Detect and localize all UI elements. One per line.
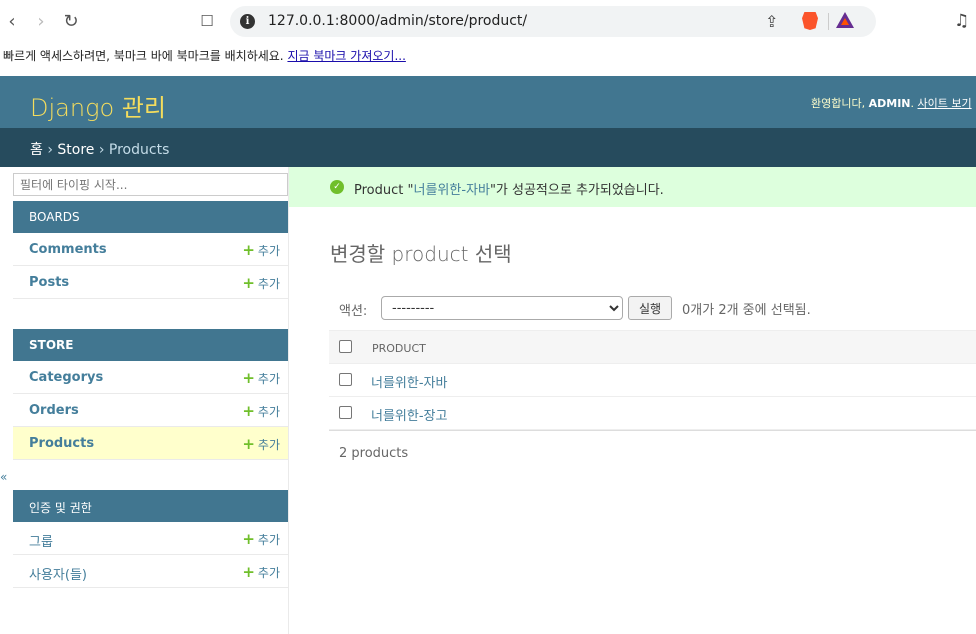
add-label: 추가 <box>257 244 280 258</box>
nav-filter-input[interactable] <box>13 173 288 196</box>
page-title: 변경할 product 선택 <box>330 242 512 266</box>
module-auth: 인증 및 권한 그룹 + 추가 사용자(들) + 추가 <box>13 490 288 588</box>
admin-header: Django 관리 환영합니다, ADMIN. 사이트 보기 <box>0 76 976 128</box>
message-prefix: Product " <box>354 183 414 198</box>
view-site-link[interactable]: 사이트 보기 <box>918 97 972 110</box>
model-link[interactable]: Categorys <box>29 370 103 385</box>
add-link[interactable]: + 추가 <box>242 402 280 420</box>
plus-icon: + <box>242 274 255 292</box>
success-check-icon: ✓ <box>330 180 344 194</box>
action-label: 액션: <box>339 304 368 319</box>
reload-icon[interactable]: ↻ <box>59 9 83 33</box>
model-link[interactable]: Products <box>29 436 94 451</box>
breadcrumb: 홈 › Store › Products <box>0 128 976 167</box>
address-bar[interactable]: i 127.0.0.1:8000/admin/store/product/ ⇪ <box>230 6 876 37</box>
breadcrumb-home[interactable]: 홈 <box>30 142 43 158</box>
brave-rewards-icon[interactable] <box>836 12 854 28</box>
model-link[interactable]: Posts <box>29 275 69 290</box>
welcome-text: 환영합니다, <box>811 97 866 110</box>
add-link[interactable]: + 추가 <box>242 241 280 259</box>
sidebar-item-orders[interactable]: Orders + 추가 <box>13 394 288 427</box>
actions-bar: 액션: --------- 실행 0개가 2개 중에 선택됨. <box>329 292 976 326</box>
success-message: ✓ Product "너를위한-자바"가 성공적으로 추가되었습니다. <box>289 167 976 207</box>
forward-icon[interactable]: › <box>29 9 53 33</box>
module-store: STORE Categorys + 추가 Orders + 추가 Products … <box>13 329 288 460</box>
site-branding[interactable]: Django 관리 <box>30 88 166 123</box>
paginator: 2 products <box>329 430 976 474</box>
add-link[interactable]: + 추가 <box>242 274 280 292</box>
module-caption[interactable]: STORE <box>13 329 288 361</box>
model-link[interactable]: 사용자(들) <box>29 564 87 583</box>
model-link[interactable]: Comments <box>29 242 107 257</box>
model-link[interactable]: 그룹 <box>29 531 53 550</box>
row-checkbox[interactable] <box>339 373 352 386</box>
add-label: 추가 <box>257 566 280 580</box>
result-list: PRODUCT 너를위한-자바 너를위한-장고 2 products <box>329 330 976 474</box>
table-row: 너를위한-자바 <box>329 364 976 397</box>
username: ADMIN <box>868 97 911 110</box>
sidebar-collapse-toggle[interactable]: « <box>0 470 7 484</box>
sidebar-item-users[interactable]: 사용자(들) + 추가 <box>13 555 288 588</box>
column-header-product[interactable]: PRODUCT <box>372 342 426 355</box>
add-label: 추가 <box>257 372 280 386</box>
product-link[interactable]: 너를위한-자바 <box>371 372 447 391</box>
user-tools: 환영합니다, ADMIN. 사이트 보기 <box>811 97 972 110</box>
add-label: 추가 <box>257 405 280 419</box>
breadcrumb-separator: › <box>42 142 58 158</box>
plus-icon: + <box>242 435 255 453</box>
share-icon[interactable]: ⇪ <box>765 12 778 31</box>
plus-icon: + <box>242 402 255 420</box>
table-row: 너를위한-장고 <box>329 397 976 430</box>
bookmarks-hint: 빠르게 액세스하려면, 북마크 바에 북마크를 배치하세요. <box>3 49 284 63</box>
plus-icon: + <box>242 530 255 548</box>
back-icon[interactable]: ‹ <box>0 9 24 33</box>
module-caption[interactable]: 인증 및 권한 <box>13 490 288 522</box>
url-text[interactable]: 127.0.0.1:8000/admin/store/product/ <box>268 13 527 29</box>
sidebar-item-comments[interactable]: Comments + 추가 <box>13 233 288 266</box>
import-bookmarks-link[interactable]: 지금 북마크 가져오기... <box>287 49 405 63</box>
sidebar-item-groups[interactable]: 그룹 + 추가 <box>13 522 288 555</box>
module-caption[interactable]: BOARDS <box>13 201 288 233</box>
add-link[interactable]: + 추가 <box>242 563 280 581</box>
add-label: 추가 <box>257 533 280 547</box>
message-suffix: "가 성공적으로 추가되었습니다. <box>489 183 664 198</box>
table-header: PRODUCT <box>329 330 976 364</box>
site-info-icon[interactable]: i <box>240 14 255 29</box>
message-object-link[interactable]: 너를위한-자바 <box>413 183 489 198</box>
sidebar-item-categorys[interactable]: Categorys + 추가 <box>13 361 288 394</box>
brave-shields-icon[interactable] <box>802 12 818 30</box>
add-label: 추가 <box>257 438 280 452</box>
browser-toolbar: ‹ › ↻ ☐ i 127.0.0.1:8000/admin/store/pro… <box>0 0 976 42</box>
media-icon[interactable]: ♫ <box>954 11 969 31</box>
result-count: 2 products <box>339 446 409 461</box>
sidebar-item-products[interactable]: Products + 추가 <box>13 427 288 460</box>
add-link[interactable]: + 추가 <box>242 369 280 387</box>
message-text: Product "너를위한-자바"가 성공적으로 추가되었습니다. <box>354 179 664 198</box>
run-action-button[interactable]: 실행 <box>628 296 672 320</box>
bookmark-icon[interactable]: ☐ <box>195 9 219 33</box>
plus-icon: + <box>242 241 255 259</box>
row-checkbox[interactable] <box>339 406 352 419</box>
product-link[interactable]: 너를위한-장고 <box>371 405 447 424</box>
breadcrumb-separator: › <box>94 142 109 158</box>
add-label: 추가 <box>257 277 280 291</box>
action-select[interactable]: --------- <box>381 296 623 320</box>
sidebar-item-posts[interactable]: Posts + 추가 <box>13 266 288 299</box>
breadcrumb-app[interactable]: Store <box>57 142 94 158</box>
nav-sidebar: BOARDS Comments +추가 Posts +추가 STORE Cate… <box>0 167 289 634</box>
plus-icon: + <box>242 563 255 581</box>
breadcrumb-current: Products <box>108 142 170 158</box>
module-boards: BOARDS Comments + 추가 Posts + 추가 <box>13 201 288 299</box>
add-link[interactable]: + 추가 <box>242 435 280 453</box>
plus-icon: + <box>242 369 255 387</box>
bookmarks-bar: 빠르게 액세스하려면, 북마크 바에 북마크를 배치하세요. 지금 북마크 가져… <box>0 42 976 76</box>
add-link[interactable]: + 추가 <box>242 530 280 548</box>
model-link[interactable]: Orders <box>29 403 79 418</box>
selection-counter: 0개가 2개 중에 선택됨. <box>682 303 811 318</box>
select-all-checkbox[interactable] <box>339 340 352 353</box>
divider <box>828 13 829 30</box>
